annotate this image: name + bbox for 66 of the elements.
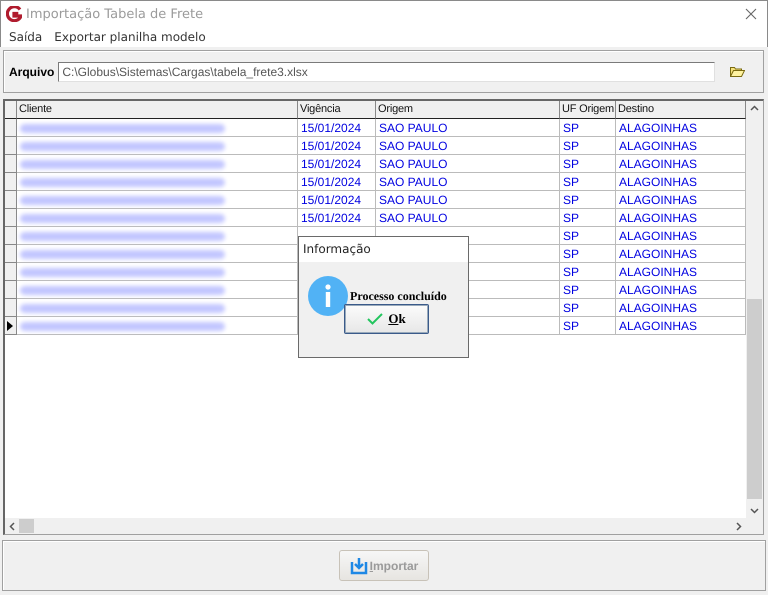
- table-cell: ALAGOINHAS: [619, 192, 698, 209]
- folder-icon[interactable]: [730, 66, 745, 77]
- table-cell: 15/01/2024: [301, 174, 362, 191]
- scroll-up-icon[interactable]: [750, 105, 759, 111]
- table-cell: ALAGOINHAS: [619, 174, 698, 191]
- table-cell: ALAGOINHAS: [619, 264, 698, 281]
- table-cell: SP: [563, 174, 580, 191]
- scrollbar-thumb[interactable]: [19, 519, 34, 533]
- table-cell: ALAGOINHAS: [619, 246, 698, 263]
- table-cell: SP: [563, 264, 580, 281]
- table-cell: SP: [563, 120, 580, 137]
- download-icon: [350, 556, 368, 574]
- dialog-title: Informação: [299, 237, 468, 262]
- horizontal-scrollbar[interactable]: [5, 518, 746, 534]
- column-header[interactable]: UF Origem: [560, 101, 616, 119]
- table-cell: SAO PAULO: [379, 120, 448, 137]
- vertical-scrollbar[interactable]: [746, 101, 763, 518]
- table-cell: SP: [563, 246, 580, 263]
- info-icon: [308, 276, 348, 316]
- table-cell: ALAGOINHAS: [619, 156, 698, 173]
- table-cell: 15/01/2024: [301, 210, 362, 227]
- window-title: Importação Tabela de Frete: [26, 6, 204, 22]
- table-cell: ALAGOINHAS: [619, 228, 698, 245]
- column-header[interactable]: Destino: [616, 101, 746, 119]
- table-cell: SAO PAULO: [379, 174, 448, 191]
- scroll-left-icon[interactable]: [9, 522, 15, 530]
- table-cell: SP: [563, 192, 580, 209]
- menu-item[interactable]: Exportar planilha modelo: [48, 30, 212, 44]
- table-cell: SP: [563, 300, 580, 317]
- table-cell: 15/01/2024: [301, 138, 362, 155]
- scroll-right-icon[interactable]: [736, 522, 742, 530]
- table-cell: 15/01/2024: [301, 156, 362, 173]
- file-path-field[interactable]: C:\Globus\Sistemas\Cargas\tabela_frete3.xlsx: [58, 62, 715, 82]
- column-header[interactable]: Origem: [376, 101, 560, 119]
- table-cell: SP: [563, 138, 580, 155]
- table-cell: ALAGOINHAS: [619, 210, 698, 227]
- table-cell: SAO PAULO: [379, 210, 448, 227]
- table-cell: SP: [563, 282, 580, 299]
- check-icon: [367, 313, 384, 325]
- table-cell: SP: [563, 156, 580, 173]
- row-header[interactable]: [5, 317, 17, 335]
- table-cell: SP: [563, 210, 580, 227]
- app-logo-icon: [6, 6, 22, 22]
- table-cell: SAO PAULO: [379, 192, 448, 209]
- header-corner: [5, 101, 17, 119]
- dialog-message: Processo concluído: [350, 288, 447, 304]
- table-cell: 15/01/2024: [301, 192, 362, 209]
- column-header[interactable]: Cliente: [17, 101, 298, 119]
- table-cell: ALAGOINHAS: [619, 138, 698, 155]
- close-icon[interactable]: [745, 8, 757, 20]
- table-cell: SAO PAULO: [379, 156, 448, 173]
- scrollbar-thumb[interactable]: [747, 299, 762, 499]
- scroll-down-icon[interactable]: [750, 508, 759, 514]
- table-cell: 15/01/2024: [301, 120, 362, 137]
- table-cell: SP: [563, 318, 580, 335]
- table-cell: SAO PAULO: [379, 138, 448, 155]
- ok-button[interactable]: Ok: [344, 304, 429, 334]
- table-cell: ALAGOINHAS: [619, 318, 698, 335]
- row-pointer-icon: [7, 320, 13, 330]
- table-cell: ALAGOINHAS: [619, 300, 698, 317]
- field-label: Arquivo: [9, 64, 54, 78]
- table-cell: ALAGOINHAS: [619, 120, 698, 137]
- table-cell: SP: [563, 228, 580, 245]
- menu-item[interactable]: Saída: [3, 30, 48, 44]
- table-cell: ALAGOINHAS: [619, 282, 698, 299]
- column-header[interactable]: Vigência: [298, 101, 376, 119]
